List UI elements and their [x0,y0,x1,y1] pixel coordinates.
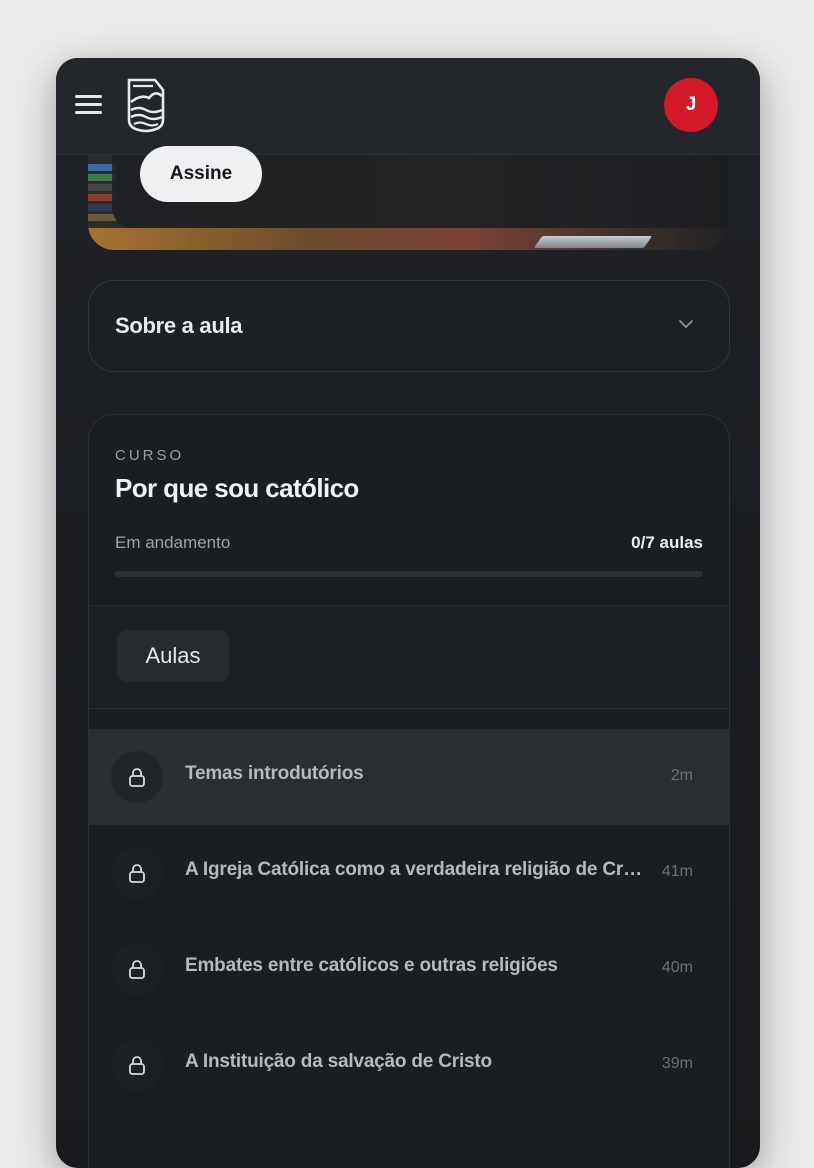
lesson-count: 0/7 aulas [631,533,703,552]
logo-icon[interactable] [125,76,167,134]
lesson-duration: 2m [670,767,693,784]
lesson-title: A Instituição da salvação de Cristo [185,1051,492,1072]
tab-aulas[interactable]: Aulas [117,630,229,682]
about-lesson-accordion[interactable]: Sobre a aula [88,280,730,372]
lesson-item[interactable]: Temas introdutórios 2m [89,729,729,825]
lock-icon [111,943,163,995]
lesson-duration: 40m [661,959,693,976]
lesson-title: Temas introdutórios [185,763,364,784]
progress-bar [115,571,703,577]
chevron-down-icon [679,320,693,328]
lesson-list: Temas introdutórios 2m A Igreja Católica c… [89,729,729,1113]
lesson-item[interactable]: A Instituição da salvação de Cristo 39m [89,1017,729,1113]
lesson-duration: 39m [661,1055,693,1072]
laptop-image [533,236,653,248]
top-bar: J [56,58,760,155]
course-title: Por que sou católico [115,473,359,503]
tab-bar: Aulas [89,605,729,709]
lesson-item[interactable]: Embates entre católicos e outras religiõ… [89,921,729,1017]
lock-icon [111,847,163,899]
subscribe-button[interactable]: Assine [140,146,262,202]
lock-icon [111,751,163,803]
course-card: CURSO Por que sou católico Em andamento … [88,414,730,1168]
course-eyebrow: CURSO [115,447,185,464]
accordion-label: Sobre a aula [115,313,243,338]
menu-icon[interactable] [75,95,102,117]
user-avatar[interactable]: J [664,78,718,132]
lesson-item[interactable]: A Igreja Católica como a verdadeira reli… [89,825,729,921]
lock-icon [111,1039,163,1091]
lesson-title: Embates entre católicos e outras religiõ… [185,955,558,976]
lesson-title: A Igreja Católica como a verdadeira reli… [185,859,645,880]
app-screen: Assine J Sobre a aula CURSO Por que sou … [56,58,760,1168]
lesson-duration: 41m [661,863,693,880]
course-status: Em andamento [115,533,231,552]
